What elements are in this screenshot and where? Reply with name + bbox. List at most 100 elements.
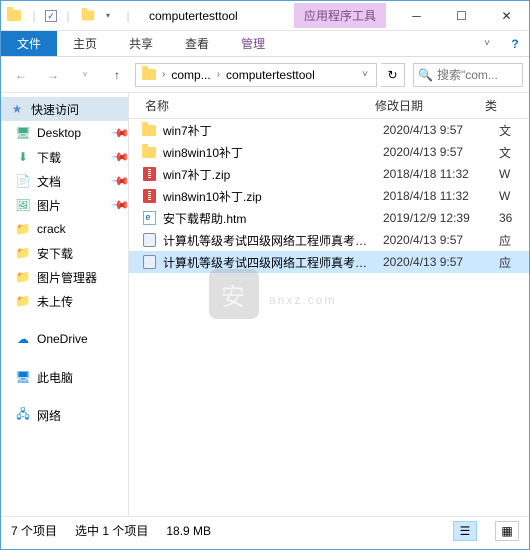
search-icon: 🔍 <box>418 68 433 82</box>
sidebar-item[interactable]: 📁 安下载 <box>1 241 128 265</box>
folder-icon <box>141 144 157 160</box>
sidebar-item[interactable]: 📄文档📌 <box>1 169 128 193</box>
file-type: 文 <box>499 144 519 161</box>
nav-item-icon: 📁 <box>15 269 31 285</box>
pin-icon: 📌 <box>110 123 129 143</box>
ribbon-tab-home[interactable]: 主页 <box>57 31 113 56</box>
nav-network-label: 网络 <box>37 407 61 424</box>
ribbon-expand-icon[interactable]: ˅ <box>473 31 501 56</box>
search-box[interactable]: 🔍 <box>413 63 523 87</box>
file-date: 2019/12/9 12:39 <box>383 211 493 225</box>
watermark: anxz.com <box>209 269 336 319</box>
file-list[interactable]: anxz.com win7补丁2020/4/13 9:57文win8win10补… <box>129 119 529 516</box>
header-name[interactable]: 名称 <box>137 97 367 114</box>
sidebar-item[interactable]: 📁 图片管理器 <box>1 265 128 289</box>
nav-item-label: 安下载 <box>37 245 128 262</box>
ribbon-tab-view[interactable]: 查看 <box>169 31 225 56</box>
help-icon[interactable]: ? <box>501 31 529 56</box>
star-icon: ★ <box>9 101 25 117</box>
minimize-button[interactable]: ─ <box>394 1 439 31</box>
nav-back-button[interactable]: ← <box>7 62 35 88</box>
status-selection: 选中 1 个项目 <box>75 522 148 539</box>
column-headers[interactable]: 名称 修改日期 类 <box>129 93 529 119</box>
breadcrumb-part2[interactable]: computertesttool <box>222 66 319 84</box>
qat-sep: | <box>25 7 43 25</box>
exe-icon <box>141 254 157 270</box>
watermark-logo-icon <box>209 269 259 319</box>
file-type: 应 <box>499 254 519 271</box>
nav-recent-icon[interactable]: ˅ <box>71 62 99 88</box>
nav-item-icon: 🖼 <box>15 197 31 213</box>
status-size: 18.9 MB <box>166 524 211 538</box>
sidebar-item[interactable]: 📁crack <box>1 217 128 241</box>
refresh-button[interactable]: ↻ <box>381 63 405 87</box>
network-icon: 🖧 <box>15 407 31 423</box>
chevron-right-icon[interactable]: › <box>217 69 220 80</box>
close-button[interactable]: ✕ <box>484 1 529 31</box>
header-type[interactable]: 类 <box>477 97 505 114</box>
file-date: 2018/4/18 11:32 <box>383 167 493 181</box>
nav-item-label: 文档 <box>37 173 107 190</box>
file-type: W <box>499 189 519 203</box>
nav-this-pc[interactable]: 🖥 此电脑 <box>1 365 128 389</box>
nav-this-pc-label: 此电脑 <box>37 369 73 386</box>
zip-icon <box>141 166 157 182</box>
chevron-right-icon[interactable]: › <box>162 69 165 80</box>
file-row[interactable]: win7补丁.zip2018/4/18 11:32W <box>129 163 529 185</box>
status-count: 7 个项目 <box>11 522 57 539</box>
file-row[interactable]: win7补丁2020/4/13 9:57文 <box>129 119 529 141</box>
view-thumbnails-button[interactable]: ▦ <box>495 521 519 541</box>
file-name: win8win10补丁 <box>163 144 377 161</box>
nav-network[interactable]: 🖧 网络 <box>1 403 128 427</box>
address-dropdown-icon[interactable]: ˅ <box>356 69 374 80</box>
nav-forward-button[interactable]: → <box>39 62 67 88</box>
pin-icon: 📌 <box>110 195 129 215</box>
qat-dropdown-icon[interactable]: ▾ <box>99 7 117 25</box>
file-date: 2020/4/13 9:57 <box>383 233 493 247</box>
folder-icon <box>141 122 157 138</box>
nav-item-icon: ⬇ <box>15 149 31 165</box>
sidebar-item[interactable]: 📁未上传 <box>1 289 128 313</box>
nav-onedrive[interactable]: ☁ OneDrive <box>1 327 128 351</box>
file-row[interactable]: 安下载帮助.htm2019/12/9 12:3936 <box>129 207 529 229</box>
file-name: 计算机等级考试四级网络工程师真考题库... <box>163 232 377 249</box>
file-name: 计算机等级考试四级网络工程师真考题库... <box>163 254 377 271</box>
nav-item-icon: 🖥 <box>15 125 31 141</box>
nav-item-label: 图片 <box>37 197 107 214</box>
file-type: 应 <box>499 232 519 249</box>
sidebar-item[interactable]: 🖥 Desktop📌 <box>1 121 128 145</box>
ribbon-tab-file[interactable]: 文件 <box>1 31 57 56</box>
breadcrumb-part1[interactable]: comp... <box>167 66 214 84</box>
checkbox-icon[interactable]: ✓ <box>45 10 57 22</box>
nav-quick-access[interactable]: ★ 快速访问 <box>1 97 128 121</box>
search-input[interactable] <box>437 68 518 82</box>
zip-icon <box>141 188 157 204</box>
context-tab-label: 应用程序工具 <box>294 3 386 28</box>
file-date: 2020/4/13 9:57 <box>383 145 493 159</box>
window-title: computertesttool <box>141 9 286 23</box>
sidebar-item[interactable]: ⬇下载📌 <box>1 145 128 169</box>
sidebar-item[interactable]: 🖼 图片📌 <box>1 193 128 217</box>
navigation-pane[interactable]: ★ 快速访问 🖥Desktop📌⬇下载📌📄文档📌🖼图片📌📁crack📁安下载📁图… <box>1 93 129 516</box>
folder-icon <box>5 7 23 25</box>
file-type: 36 <box>499 211 519 225</box>
file-type: 文 <box>499 122 519 139</box>
nav-quick-access-label: 快速访问 <box>31 101 79 118</box>
address-bar[interactable]: › comp... › computertesttool ˅ <box>135 63 377 87</box>
nav-item-icon: 📄 <box>15 173 31 189</box>
ribbon-tab-manage[interactable]: 管理 <box>225 31 281 56</box>
nav-up-button[interactable]: ↑ <box>103 62 131 88</box>
file-row[interactable]: 计算机等级考试四级网络工程师真考题库... 2020/4/13 9:57 应 <box>129 229 529 251</box>
maximize-button[interactable]: ☐ <box>439 1 484 31</box>
file-row[interactable]: win8win10补丁 2020/4/13 9:57 文 <box>129 141 529 163</box>
nav-item-label: Desktop <box>37 126 107 140</box>
view-details-button[interactable]: ☰ <box>453 521 477 541</box>
nav-item-icon: 📁 <box>15 245 31 261</box>
file-type: W <box>499 167 519 181</box>
header-modified[interactable]: 修改日期 <box>367 97 477 114</box>
ribbon-tab-share[interactable]: 共享 <box>113 31 169 56</box>
file-row[interactable]: 计算机等级考试四级网络工程师真考题库... 2020/4/13 9:57 应 <box>129 251 529 273</box>
file-date: 2020/4/13 9:57 <box>383 255 493 269</box>
nav-item-label: 图片管理器 <box>37 269 128 286</box>
file-row[interactable]: win8win10补丁.zip2018/4/18 11:32W <box>129 185 529 207</box>
